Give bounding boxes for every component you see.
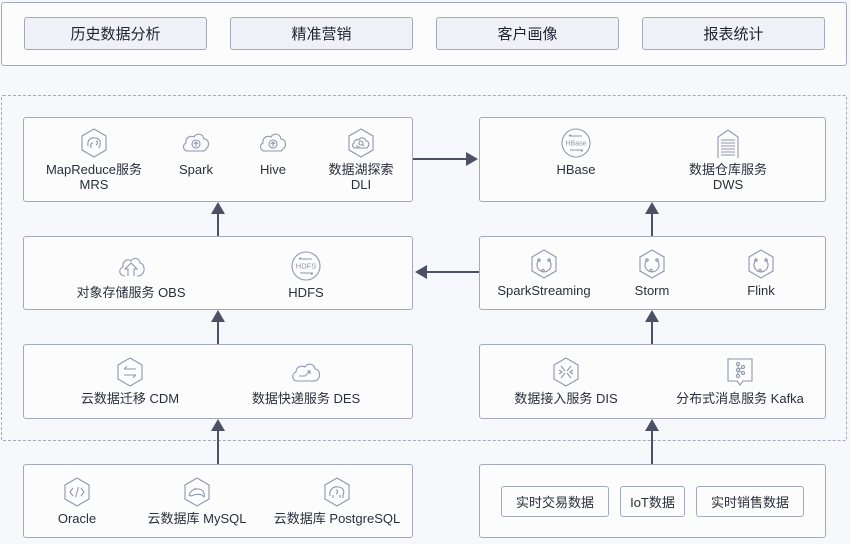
service-sublabel: DLI (350, 177, 372, 192)
service-hdfs[interactable]: HDFS HDFS (271, 250, 341, 300)
arrow-stream-to-storage (426, 271, 479, 273)
service-des[interactable]: 数据快递服务 DES (246, 356, 366, 406)
stream-hexagon-icon (748, 249, 774, 279)
stream-hexagon-icon (531, 249, 557, 279)
source-label: 云数据库 PostgreSQL (273, 511, 401, 526)
arrow-head-up (645, 419, 659, 431)
cloud-transfer-icon (292, 363, 320, 382)
service-dis[interactable]: 数据接入服务 DIS (508, 356, 624, 406)
service-label: 数据快递服务 DES (251, 391, 361, 406)
arrow-ingest-to-storage (217, 321, 219, 344)
service-obs[interactable]: 对象存储服务 OBS (70, 250, 192, 300)
service-storm[interactable]: Storm (622, 248, 682, 298)
elephant-hexagon-icon (324, 477, 350, 507)
svg-text:HBase: HBase (565, 141, 586, 148)
cloud-search-hexagon-icon (348, 128, 374, 158)
app-report-statistics[interactable]: 报表统计 (642, 17, 825, 50)
service-sublabel: MRS (79, 177, 109, 192)
source-oracle[interactable]: Oracle (47, 476, 107, 526)
swap-arrows-hexagon-icon (117, 357, 143, 387)
service-label: Spark (179, 162, 213, 177)
source-iot-data[interactable]: IoT数据 (620, 486, 685, 517)
stream-hexagon-icon (639, 249, 665, 279)
service-cdm[interactable]: 云数据迁移 CDM (72, 356, 188, 406)
service-mrs[interactable]: MapReduce服务 MRS (44, 127, 144, 192)
hdfs-circle-icon: HDFS (291, 251, 321, 281)
source-mysql[interactable]: 云数据库 MySQL (142, 476, 252, 526)
service-label: HDFS (288, 285, 324, 300)
source-postgresql[interactable]: 云数据库 PostgreSQL (270, 476, 404, 526)
elephant-hexagon-icon (81, 128, 107, 158)
arrow-compute-to-serving (413, 158, 467, 160)
service-hive[interactable]: Hive (243, 127, 303, 177)
warehouse-icon (717, 129, 739, 158)
service-dws[interactable]: 数据仓库服务 DWS (680, 127, 776, 192)
arrow-sources-to-realtime-ingest (651, 431, 653, 464)
hbase-circle-icon: HBase (561, 128, 591, 158)
service-label: 数据接入服务 DIS (514, 391, 618, 406)
arrow-head-right (466, 152, 478, 166)
arrow-head-up (211, 310, 225, 322)
service-flink[interactable]: Flink (731, 248, 791, 298)
service-label: Storm (634, 283, 670, 298)
arrow-sources-to-batch-ingest (217, 431, 219, 464)
arrow-head-up (645, 310, 659, 322)
arrow-storage-to-compute (217, 213, 219, 236)
service-label: HBase (556, 162, 596, 177)
service-label: 分布式消息服务 Kafka (676, 391, 804, 406)
service-label: 云数据迁移 CDM (80, 391, 180, 406)
arrow-head-left (415, 265, 427, 279)
service-kafka[interactable]: 分布式消息服务 Kafka (670, 356, 810, 406)
code-hexagon-icon (64, 477, 90, 507)
service-label: 数据湖探索 (328, 162, 394, 177)
source-label: 云数据库 MySQL (147, 511, 247, 526)
service-sublabel: DWS (712, 177, 744, 192)
service-label: Flink (747, 283, 775, 298)
service-label: Hive (259, 162, 286, 177)
service-sparkstreaming[interactable]: SparkStreaming (490, 248, 598, 298)
message-nodes-icon (727, 358, 753, 386)
source-realtime-transactions[interactable]: 实时交易数据 (501, 486, 609, 517)
cloud-upload-icon (260, 133, 286, 152)
source-label: Oracle (57, 511, 97, 526)
source-realtime-sales[interactable]: 实时销售数据 (696, 486, 804, 517)
service-label: 数据仓库服务 (688, 162, 767, 177)
dolphin-hexagon-icon (184, 477, 210, 507)
arrow-head-up (645, 202, 659, 214)
service-label: 对象存储服务 OBS (76, 285, 186, 300)
app-customer-profile[interactable]: 客户画像 (436, 17, 619, 50)
service-label: MapReduce服务 (45, 162, 143, 177)
service-label: SparkStreaming (497, 283, 591, 298)
cloud-upload-icon (119, 258, 145, 277)
arrow-stream-to-serving (651, 213, 653, 236)
arrow-head-up (211, 419, 225, 431)
app-history-analysis[interactable]: 历史数据分析 (24, 17, 207, 50)
service-dli[interactable]: 数据湖探索 DLI (318, 127, 404, 192)
cross-arrows-hexagon-icon (553, 357, 579, 387)
arrow-ingest-to-stream (651, 321, 653, 344)
service-hbase[interactable]: HBase HBase (541, 127, 611, 177)
app-precision-marketing[interactable]: 精准营销 (230, 17, 413, 50)
svg-text:HDFS: HDFS (296, 262, 316, 271)
cloud-upload-icon (183, 133, 209, 152)
service-spark[interactable]: Spark (166, 127, 226, 177)
arrow-head-up (211, 202, 225, 214)
